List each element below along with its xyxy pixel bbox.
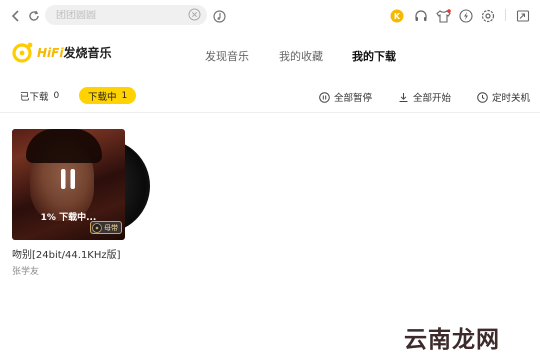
app-logo[interactable]: HiFi发烧音乐 [12,41,111,63]
close-icon[interactable] [188,8,201,21]
pause-icon [61,169,75,189]
badge-label: 母带 [104,223,118,232]
chevron-left-icon [11,10,19,22]
start-all-label: 全部开始 [413,93,452,104]
pause-circle-icon [319,91,330,103]
refresh-icon [29,10,39,21]
vip-button[interactable]: K [390,8,404,23]
subtab-downloaded[interactable]: 已下载 0 [20,87,59,104]
subtab-downloading-label: 下载中 [88,91,117,103]
tab-downloads[interactable]: 我的下载 [352,48,396,64]
logo-text: HiFi发烧音乐 [37,44,111,61]
master-quality-badge: 母带 [90,221,122,234]
artist-name[interactable]: 张学友 [12,264,136,277]
search-input[interactable] [56,9,186,21]
tshirt-icon [436,9,451,23]
svg-text:K: K [394,12,401,21]
headphones-icon [415,10,427,21]
tab-discover[interactable]: 发现音乐 [205,48,249,64]
start-all-button[interactable]: 全部开始 [398,90,451,104]
song-title[interactable]: 吻别[24bit/44.1KHz版] [12,246,136,261]
watermark: 云南龙网 [404,326,500,353]
disc-icon [92,222,102,233]
download-icon [399,92,408,102]
shutdown-timer-label: 定时关机 [492,93,531,104]
subtab-downloaded-count: 0 [53,90,60,101]
subtab-downloaded-label: 已下载 [20,91,49,103]
mini-window-icon [516,10,530,22]
subtab-downloading[interactable]: 下载中 1 [79,87,137,104]
music-recognize-button[interactable] [211,8,227,24]
toolbar-divider [505,9,506,21]
album-art-container: 1% 下载中... 母带 [12,129,150,240]
pause-all-label: 全部暂停 [334,93,373,104]
logo-hifi: HiFi [37,45,64,60]
album-cover: 1% 下载中... 母带 [12,129,125,240]
refresh-button[interactable] [26,8,42,24]
pause-download-button[interactable] [58,167,78,191]
settings-button[interactable] [481,8,495,23]
mini-mode-button[interactable] [516,8,530,22]
headphones-button[interactable] [414,8,428,22]
clock-icon [477,91,488,103]
pause-all-button[interactable]: 全部暂停 [319,90,372,104]
shutdown-timer-button[interactable]: 定时关机 [477,90,530,104]
skin-button[interactable] [436,8,451,23]
vip-crown-icon: K [390,9,404,23]
logo-name: 发烧音乐 [63,45,112,60]
search-box[interactable] [45,5,207,25]
download-card[interactable]: 1% 下载中... 母带 吻别[24bit/44.1KHz版] 张学友 [12,129,150,277]
toolbar-separator [0,112,540,113]
top-toolbar: K [0,0,540,32]
back-button[interactable] [8,8,24,24]
logo-icon [12,41,34,63]
subtab-downloading-count: 1 [121,90,128,101]
tab-favorites[interactable]: 我的收藏 [279,48,323,64]
gear-icon [481,9,495,23]
music-note-icon [212,9,226,23]
flash-button[interactable] [459,8,473,23]
lightning-icon [459,9,473,23]
